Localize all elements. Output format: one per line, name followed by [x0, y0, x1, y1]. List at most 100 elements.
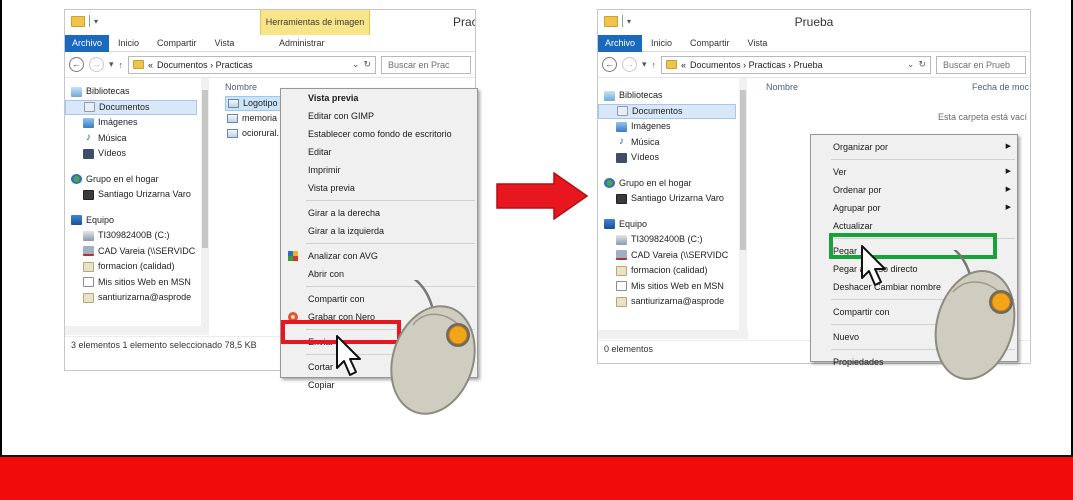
- library-icon: [71, 86, 82, 97]
- nav-item-drive-c[interactable]: TI30982400B (C:): [65, 228, 197, 244]
- forward-button[interactable]: →: [622, 57, 637, 72]
- tab-home[interactable]: Inicio: [642, 35, 681, 52]
- nav-item-pictures[interactable]: Imágenes: [65, 115, 197, 131]
- dropdown-arrow-icon[interactable]: ▾: [627, 17, 631, 26]
- address-bar[interactable]: « Documentos › Practicas › Prueba ⌄ ↻: [661, 55, 931, 74]
- menu-item-preview-default[interactable]: Vista previa: [281, 89, 477, 107]
- nav-scrollbar[interactable]: [739, 78, 747, 330]
- nav-item-videos[interactable]: Vídeos: [598, 150, 736, 166]
- refresh-icon[interactable]: ↻: [918, 59, 926, 70]
- nav-item-formacion[interactable]: formacion (calidad): [65, 259, 197, 275]
- menu-item-edit[interactable]: Editar: [281, 143, 477, 161]
- menu-item-sort-by[interactable]: Ordenar por ▶: [811, 181, 1017, 199]
- tab-view[interactable]: Vista: [739, 35, 777, 52]
- scrollbar-thumb[interactable]: [740, 90, 746, 250]
- back-button[interactable]: ←: [602, 57, 617, 72]
- network-folder-icon: [83, 292, 94, 303]
- contextual-tab-image-tools[interactable]: Herramientas de imagen: [260, 10, 370, 35]
- search-input[interactable]: Buscar en Prac: [381, 55, 471, 74]
- nav-item-user[interactable]: Santiago Urizarna Varo: [65, 187, 197, 203]
- quick-access-toolbar: ▾: [604, 15, 631, 27]
- address-bar[interactable]: « Documentos › Practicas ⌄ ↻: [128, 55, 376, 74]
- homegroup-icon: [604, 178, 615, 189]
- tab-share[interactable]: Compartir: [148, 35, 206, 52]
- ribbon-tabs: Archivo Inicio Compartir Vista: [598, 34, 1030, 52]
- column-header-date[interactable]: Fecha de moc: [972, 80, 1029, 96]
- search-input[interactable]: Buscar en Prueb: [936, 55, 1026, 74]
- recent-locations-icon[interactable]: ▾: [642, 59, 647, 70]
- forward-button[interactable]: →: [89, 57, 104, 72]
- navigation-pane: Bibliotecas Documentos Imágenes ♪ Música …: [65, 84, 197, 306]
- menu-item-scan-avg[interactable]: Analizar con AVG: [281, 247, 477, 265]
- nav-item-documents[interactable]: Documentos: [65, 99, 197, 115]
- nav-item-msn-sites[interactable]: Mis sitios Web en MSN: [65, 275, 197, 291]
- nav-horizontal-scrollbar[interactable]: [65, 326, 209, 335]
- nav-item-pictures[interactable]: Imágenes: [598, 119, 736, 135]
- nav-item-homegroup[interactable]: Grupo en el hogar: [65, 172, 197, 188]
- nav-item-libraries[interactable]: Bibliotecas: [65, 84, 197, 100]
- column-header-name[interactable]: Nombre: [766, 80, 798, 96]
- nav-item-computer[interactable]: Equipo: [65, 213, 197, 229]
- address-overflow[interactable]: «: [148, 60, 153, 70]
- user-icon: [616, 193, 627, 204]
- nav-horizontal-scrollbar[interactable]: [598, 330, 748, 339]
- tab-view[interactable]: Vista: [206, 35, 244, 52]
- menu-item-edit-gimp[interactable]: Editar con GIMP: [281, 107, 477, 125]
- network-folder-icon: [83, 261, 94, 272]
- nav-item-music[interactable]: ♪ Música: [65, 131, 197, 147]
- nav-item-cad-vareia[interactable]: CAD Vareia (\\SERVIDC: [598, 248, 736, 264]
- menu-item-view[interactable]: Ver ▶: [811, 163, 1017, 181]
- mouse-illustration-left: [390, 280, 476, 415]
- menu-item-group-by[interactable]: Agrupar por ▶: [811, 199, 1017, 217]
- menu-item-rotate-right[interactable]: Girar a la derecha: [281, 204, 477, 222]
- up-arrow-icon[interactable]: ↑: [652, 60, 657, 70]
- tab-file[interactable]: Archivo: [598, 34, 643, 52]
- refresh-icon[interactable]: ↻: [363, 59, 371, 70]
- folder-icon[interactable]: [604, 15, 618, 27]
- nav-item-drive-c[interactable]: TI30982400B (C:): [598, 232, 736, 248]
- chevron-down-icon[interactable]: ⌄: [352, 59, 360, 70]
- nav-item-computer[interactable]: Equipo: [598, 217, 736, 233]
- dropdown-arrow-icon[interactable]: ▾: [94, 17, 98, 26]
- window-title: Prac: [453, 15, 476, 29]
- drive-icon: [616, 234, 627, 245]
- nav-item-santiurizarna[interactable]: santiurizarna@asprode: [65, 290, 197, 306]
- nav-item-videos[interactable]: Vídeos: [65, 146, 197, 162]
- menu-item-print[interactable]: Imprimir: [281, 161, 477, 179]
- nav-item-homegroup[interactable]: Grupo en el hogar: [598, 176, 736, 192]
- nav-item-formacion[interactable]: formacion (calidad): [598, 263, 736, 279]
- up-arrow-icon[interactable]: ↑: [119, 60, 124, 70]
- chevron-down-icon[interactable]: ⌄: [907, 59, 915, 70]
- nav-item-cad-vareia[interactable]: CAD Vareia (\\SERVIDC: [65, 244, 197, 260]
- recent-locations-icon[interactable]: ▾: [109, 59, 114, 70]
- menu-item-organize-by[interactable]: Organizar por ▶: [811, 138, 1017, 156]
- image-file-icon: [227, 114, 238, 123]
- menu-item-set-wallpaper[interactable]: Establecer como fondo de escritorio: [281, 125, 477, 143]
- nav-item-santiurizarna[interactable]: santiurizarna@asprode: [598, 294, 736, 310]
- address-overflow[interactable]: «: [681, 60, 686, 70]
- nav-item-msn-sites[interactable]: Mis sitios Web en MSN: [598, 279, 736, 295]
- nav-item-music[interactable]: ♪ Música: [598, 135, 736, 151]
- avg-icon: [288, 251, 298, 261]
- window-title: Prueba: [794, 15, 834, 29]
- nav-item-libraries[interactable]: Bibliotecas: [598, 88, 736, 104]
- folder-icon[interactable]: [71, 15, 85, 27]
- menu-item-rotate-left[interactable]: Girar a la izquierda: [281, 222, 477, 240]
- scrollbar-thumb[interactable]: [202, 90, 208, 248]
- tab-home[interactable]: Inicio: [109, 35, 148, 52]
- back-button[interactable]: ←: [69, 57, 84, 72]
- library-icon: [604, 90, 615, 101]
- tab-manage[interactable]: Administrar: [270, 35, 334, 52]
- tab-file[interactable]: Archivo: [65, 34, 110, 52]
- nav-scrollbar[interactable]: [201, 78, 209, 326]
- nav-item-user[interactable]: Santiago Urizarna Varo: [598, 191, 736, 207]
- mouse-pointer-icon: [861, 245, 886, 286]
- submenu-arrow-icon: ▶: [1005, 168, 1011, 175]
- empty-folder-message: Esta carpeta está vací: [938, 112, 1028, 122]
- network-drive-icon: [83, 246, 94, 257]
- menu-item-preview[interactable]: Vista previa: [281, 179, 477, 197]
- tab-share[interactable]: Compartir: [681, 35, 739, 52]
- nav-item-documents[interactable]: Documentos: [598, 103, 736, 119]
- toolbar-divider: [89, 15, 90, 27]
